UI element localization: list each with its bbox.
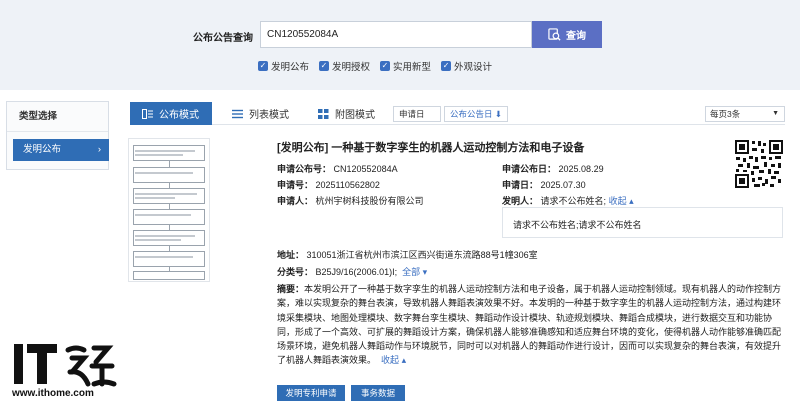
sidebar-item-label: 发明公布 <box>23 144 62 155</box>
field-value: 2025.07.30 <box>540 180 586 190</box>
tab-label: 列表模式 <box>249 110 289 121</box>
search-label: 公布公告查询 <box>193 33 253 44</box>
type-filters: ✓ 发明公布 ✓ 发明授权 ✓ 实用新型 ✓ 外观设计 <box>258 59 492 73</box>
flowchart-step <box>133 188 205 204</box>
thumbnail-text <box>135 239 181 241</box>
filter-label: 发明授权 <box>332 62 371 73</box>
inventor: 发明人： 请求不公布姓名; 收起 ▴ <box>502 194 634 207</box>
field-label: 分类号： <box>277 267 314 277</box>
checkbox-icon: ✓ <box>380 61 391 71</box>
sidebar-item-invention-publication[interactable]: 发明公布 › <box>13 139 109 161</box>
abstract-collapse-link[interactable]: 收起 ▴ <box>381 355 406 365</box>
address: 地址： 310051浙江省杭州市滨江区西兴街道东流路88号1幢306室 <box>277 248 538 261</box>
affairs-data-button[interactable]: 事务数据 <box>351 385 405 401</box>
thumbnail-text <box>135 172 193 174</box>
sort-label: 公布公告日 <box>450 109 493 119</box>
sidebar-title: 类型选择 <box>7 102 108 132</box>
classification-all-link[interactable]: 全部 ▾ <box>402 267 427 277</box>
field-value: 2025110562802 <box>315 180 380 190</box>
field-value: 杭州宇树科技股份有限公司 <box>315 196 424 206</box>
search-button[interactable]: 查询 <box>532 21 602 48</box>
field-value: 请求不公布姓名; <box>540 196 607 206</box>
field-label: 摘要： <box>277 284 305 294</box>
flowchart-step <box>133 167 205 183</box>
field-label: 申请日： <box>502 180 539 190</box>
field-label: 地址： <box>277 250 305 260</box>
application-date: 申请日： 2025.07.30 <box>502 178 586 191</box>
publication-number: 申请公布号： CN120552084A <box>277 162 398 175</box>
search-button-label: 查询 <box>566 31 586 42</box>
tab-list-mode[interactable]: 列表模式 <box>220 102 300 125</box>
collapse-label: 收起 <box>608 196 627 206</box>
chevron-down-icon: ▼ <box>772 110 779 117</box>
chevron-down-icon: ▾ <box>422 267 428 277</box>
tab-label: 公布模式 <box>159 110 199 121</box>
document-icon <box>142 108 153 119</box>
thumbnail-text <box>135 154 183 156</box>
thumbnail-text <box>135 197 175 199</box>
tab-figure-mode[interactable]: 附图模式 <box>306 102 386 125</box>
field-label: 申请公布日： <box>502 164 557 174</box>
type-sidebar: 类型选择 发明公布 › <box>6 101 109 170</box>
chevron-up-icon: ▴ <box>401 355 407 366</box>
thumbnail-text <box>135 235 195 237</box>
field-label: 申请人： <box>277 196 314 206</box>
qr-code-icon[interactable] <box>734 139 784 189</box>
thumbnail-text <box>135 193 197 195</box>
patent-application-button[interactable]: 发明专利申请 <box>277 385 345 401</box>
flowchart-step <box>133 230 205 246</box>
grid-icon <box>318 108 329 119</box>
field-value: 310051浙江省杭州市滨江区西兴街道东流路88号1幢306室 <box>306 250 538 260</box>
per-page-select[interactable]: 每页3条 ▼ <box>705 106 785 122</box>
search-input[interactable]: CN120552084A <box>260 21 532 48</box>
sort-publication-date[interactable]: 公布公告日 ⬇ <box>444 106 508 122</box>
sort-application-date[interactable]: 申请日 <box>393 106 441 122</box>
flowchart-step <box>133 251 205 267</box>
application-number: 申请号： 2025110562802 <box>277 178 380 191</box>
field-value: 2025.08.29 <box>558 164 604 174</box>
flowchart-step <box>133 271 205 280</box>
applicant: 申请人： 杭州宇树科技股份有限公司 <box>277 194 424 207</box>
field-value: B25J9/16(2006.01)I; <box>315 267 398 277</box>
tab-label: 附图模式 <box>335 110 375 121</box>
filter-label: 外观设计 <box>454 62 493 73</box>
thumbnail-text <box>135 256 193 258</box>
list-icon <box>232 109 243 118</box>
checkbox-icon: ✓ <box>441 61 452 71</box>
abstract: 摘要：本发明公开了一种基于数字孪生的机器人运动控制方法和电子设备，属于机器人运动… <box>277 282 785 368</box>
flowchart-step <box>133 145 205 161</box>
filter-invention-publication[interactable]: ✓ 发明公布 <box>258 59 309 73</box>
all-label: 全部 <box>402 267 421 277</box>
collapse-label: 收起 <box>381 355 400 366</box>
filter-label: 发明公布 <box>271 62 310 73</box>
checkbox-icon: ✓ <box>258 61 268 71</box>
field-label: 申请公布号： <box>277 164 332 174</box>
filter-label: 实用新型 <box>393 62 432 73</box>
arrow-down-icon: ⬇ <box>494 109 503 119</box>
inventor-expanded-box: 请求不公布姓名;请求不公布姓名 <box>502 207 783 238</box>
drawing-thumbnail[interactable] <box>128 138 210 282</box>
chevron-right-icon: › <box>97 144 101 155</box>
flowchart-step <box>133 209 205 225</box>
ithome-url: www.ithome.com <box>12 388 94 399</box>
field-label: 发明人： <box>502 196 539 206</box>
field-label: 申请号： <box>277 180 314 190</box>
search-icon <box>548 28 561 41</box>
classification: 分类号： B25J9/16(2006.01)I; 全部 ▾ <box>277 265 427 278</box>
record-title[interactable]: [发明公布] 一种基于数字孪生的机器人运动控制方法和电子设备 <box>277 139 584 155</box>
per-page-value: 每页3条 <box>710 109 741 119</box>
abstract-text: 本发明公开了一种基于数字孪生的机器人运动控制方法和电子设备，属于机器人运动控制领… <box>277 284 782 366</box>
tab-publication-mode[interactable]: 公布模式 <box>130 102 212 125</box>
field-value: CN120552084A <box>333 164 398 174</box>
publication-date: 申请公布日： 2025.08.29 <box>502 162 604 175</box>
chevron-up-icon: ▴ <box>629 196 634 206</box>
thumbnail-text <box>135 214 191 216</box>
filter-invention-grant[interactable]: ✓ 发明授权 <box>319 59 370 73</box>
inventor-collapse-link[interactable]: 收起 ▴ <box>609 196 634 206</box>
filter-design[interactable]: ✓ 外观设计 <box>441 59 492 73</box>
filter-utility-model[interactable]: ✓ 实用新型 <box>380 59 431 73</box>
thumbnail-text <box>135 150 195 152</box>
checkbox-icon: ✓ <box>319 61 330 71</box>
